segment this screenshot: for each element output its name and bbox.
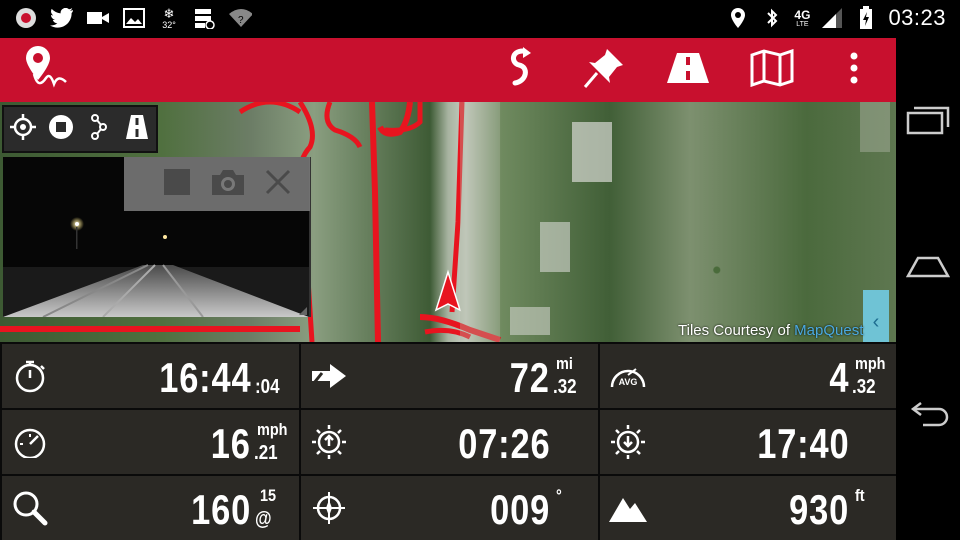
recording-controls (2, 105, 158, 153)
speed-decimal: .21 (254, 442, 278, 464)
crosshair-icon (10, 113, 36, 145)
svg-text:?: ? (238, 15, 244, 26)
speed-value: 16 (211, 420, 251, 467)
stat-elapsed-time[interactable]: 16:44 :04 (2, 344, 299, 408)
app-toolbar (0, 38, 896, 102)
avg-speed-value: 4 (829, 354, 849, 401)
mountain-icon (608, 490, 648, 526)
avg-speed-unit: mph (855, 354, 886, 373)
sunrise-value: 07:26 (457, 420, 550, 467)
overflow-menu-button[interactable] (832, 48, 876, 92)
app-logo[interactable] (24, 44, 68, 94)
attribution-text: Tiles Courtesy of (678, 322, 795, 339)
road-icon (665, 51, 711, 90)
signal-strength-icon (820, 6, 844, 30)
twitter-icon (50, 6, 74, 30)
pushpin-icon (583, 47, 625, 94)
magnifier-icon (10, 490, 50, 526)
sunset-value: 17:40 (756, 420, 849, 467)
stat-heading[interactable]: 009 ° (301, 476, 598, 540)
map-button[interactable] (748, 48, 796, 92)
image-icon (122, 6, 146, 30)
sunrise-icon (309, 424, 349, 460)
waypoint-pin-button[interactable] (580, 48, 628, 92)
folded-map-icon (750, 48, 794, 92)
chevron-left-icon: ‹ (872, 310, 880, 333)
take-photo-button[interactable] (210, 167, 246, 202)
map-attribution: Tiles Courtesy of MapQuest (678, 322, 863, 339)
close-video-button[interactable] (264, 168, 292, 201)
zoom-at-symbol: @ (255, 508, 272, 530)
stopwatch-icon (10, 358, 50, 394)
locate-button[interactable] (9, 113, 37, 145)
heading-degree: ° (556, 486, 562, 505)
track-nodes-button[interactable] (85, 113, 113, 145)
network-type: 4G LTE (794, 9, 810, 28)
network-label: 4G (794, 7, 811, 22)
route-icon (505, 46, 533, 94)
avg-speed-decimal: .32 (852, 376, 876, 398)
average-speed-gauge-icon: AVG (608, 358, 648, 394)
camera-icon (210, 169, 246, 201)
system-navigation-bar (896, 38, 960, 540)
panel-expand-tab[interactable]: ‹ (863, 290, 889, 342)
stat-sunset[interactable]: 17:40 (600, 410, 897, 474)
zoom-value: 160 (191, 486, 251, 533)
speed-unit: mph (257, 420, 288, 439)
stat-average-speed[interactable]: AVG 4 mph .32 (600, 344, 897, 408)
back-button[interactable] (904, 394, 952, 442)
zoom-level: 15 (260, 486, 277, 505)
stop-recording-button[interactable] (47, 114, 75, 145)
route-button[interactable] (495, 46, 543, 94)
stop-video-button[interactable] (162, 167, 192, 202)
elapsed-seconds: :04 (255, 376, 280, 398)
distance-value: 72 (510, 354, 550, 401)
home-icon (905, 254, 951, 283)
back-arrow-icon (905, 401, 951, 436)
compass-crosshair-icon (309, 490, 349, 526)
mapquest-link[interactable]: MapQuest (794, 322, 863, 339)
altitude-unit: ft (855, 486, 865, 505)
stat-distance[interactable]: 72 mi .32 (301, 344, 598, 408)
camera-controls (124, 157, 310, 211)
stop-square-icon (162, 168, 192, 201)
battery-charging-icon (854, 6, 878, 30)
distance-unit: mi (556, 354, 573, 373)
video-camera-icon (86, 6, 110, 30)
speedometer-icon (10, 424, 50, 460)
nodes-icon (89, 113, 109, 145)
elapsed-value: 16:44 (158, 354, 251, 401)
stop-circle-icon (48, 114, 74, 145)
heading-value: 009 (490, 486, 550, 533)
road-button[interactable] (664, 48, 712, 92)
avg-icon-label: AVG (619, 377, 638, 387)
road-view-button[interactable] (123, 114, 151, 145)
altitude-value: 930 (789, 486, 849, 533)
stats-grid: 16:44 :04 72 mi .32 AVG 4 mph .32 16 mph… (0, 342, 897, 540)
stat-sunrise[interactable]: 07:26 (301, 410, 598, 474)
stat-altitude[interactable]: 930 ft (600, 476, 897, 540)
home-button[interactable] (904, 244, 952, 292)
stat-zoom[interactable]: 160 15 @ (2, 476, 299, 540)
temperature-label: 32° (162, 19, 176, 30)
stat-speed[interactable]: 16 mph .21 (2, 410, 299, 474)
recents-icon (906, 105, 950, 140)
location-pin-icon (726, 6, 750, 30)
wifi-unknown-icon: ? (228, 6, 252, 30)
network-sub-label: LTE (796, 20, 809, 28)
more-vert-icon (850, 51, 858, 90)
close-icon (264, 169, 292, 200)
distance-decimal: .32 (553, 376, 577, 398)
status-bar: ❄ 32° ? 4G LTE 03:23 (0, 0, 960, 38)
storage-icon (192, 6, 216, 30)
weather-snow-icon: ❄ 32° (162, 5, 176, 30)
recent-apps-button[interactable] (904, 98, 952, 146)
clock: 03:23 (888, 5, 946, 30)
road-icon (125, 114, 149, 145)
record-indicator-icon (14, 6, 38, 30)
sunset-icon (608, 424, 648, 460)
bluetooth-icon (760, 6, 784, 30)
arrow-forward-icon (309, 358, 349, 394)
